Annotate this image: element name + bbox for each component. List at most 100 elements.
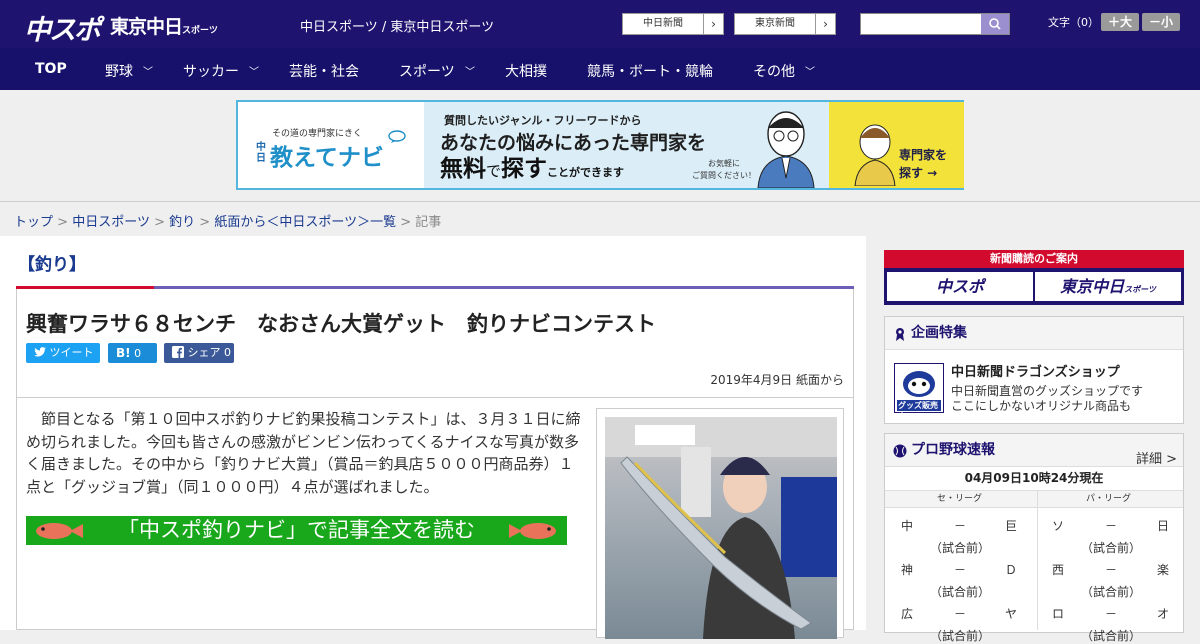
chevron-right-icon: › [815,14,835,34]
subscribe-chuspo-button[interactable]: 中スポ [887,272,1033,301]
hatebu-count: 0 [134,347,142,360]
tokyo-shimbun-label: 東京新聞 [755,18,795,29]
chuspo-logo[interactable]: 中スポ [24,8,101,47]
central-game3-away: ヤ [1005,607,1018,621]
font-smaller-button[interactable]: －小 [1142,13,1180,31]
score-timestamp: 04月09日10時24分現在 [964,471,1104,485]
shop-desc-line2: ここにしかないオリジナル商品も [951,399,1132,413]
chevron-down-icon: ﹀ [249,67,259,78]
article-title: 興奮ワラサ６８センチ なおさん大賞ゲット 釣りナビコンテスト [26,312,656,336]
font-size-label: 文字（0） [1048,16,1099,29]
tweet-button[interactable]: ツイート [26,343,100,363]
subscribe-tokyo-chunichi-label: 東京中日 [1060,277,1125,296]
oshiete-navi-banner[interactable]: その道の専門家にきく 中日 教えてナビ 質問したいジャンル・フリーワードから あ… [236,100,964,190]
nav-item-racing[interactable]: 競馬・ボート・競輪 [587,61,713,81]
banner-brand-name: 教えてナビ [270,145,384,171]
site-names: 中日スポーツ / 東京中日スポーツ [300,20,495,35]
banner-brand-prefix: 中日 [256,142,266,164]
twitter-icon [34,347,46,357]
font-bigger-button[interactable]: ＋大 [1101,13,1139,31]
pacific-game1-home: ソ [1052,519,1065,533]
banner-free: 無料 [440,156,486,182]
facebook-icon [172,346,184,358]
nav-item-sumo[interactable]: 大相撲 [505,61,547,81]
central-game2-home: 神 [901,563,914,577]
baseball-score-box: プロ野球速報 詳細 > 04月09日10時24分現在 セ・リーグ パ・リーグ 中… [884,433,1184,643]
feature-header-label: 企画特集 [911,325,967,341]
article-body: 節目となる「第１０回中スポ釣りナビ釣果投稿コンテスト」は、３月３１日に締め切られ… [26,410,581,496]
article-date: 2019年4月9日 紙面から [710,373,844,387]
search-input[interactable] [860,13,1010,35]
expert-illustration [854,124,896,186]
pacific-game3-away: オ [1157,607,1170,621]
article-photo[interactable] [605,417,837,639]
dragons-shop-logo[interactable]: グッズ販売中 [894,363,944,421]
breadcrumb-top[interactable]: トップ [14,215,53,230]
central-game1-away: 巨 [1005,519,1018,533]
expert-illustration [757,111,815,188]
shop-title[interactable]: 中日新聞ドラゴンズショップ [951,361,1120,380]
shop-badge: グッズ販売中 [898,401,938,421]
banner-note1: お気軽に [708,159,740,168]
breadcrumb-chuspo[interactable]: 中日スポーツ [72,215,150,230]
central-game1-home: 中 [901,519,914,533]
pacific-game2-status: （試合前） [1081,585,1142,599]
share-count: 0 [224,346,231,359]
tokyo-chunichi-logo[interactable]: 東京中日スポーツ [110,12,218,39]
subscribe-tokyo-chunichi-small: スポーツ [1124,285,1156,294]
hatebu-button[interactable]: B! 0 [108,343,157,363]
read-more-label: 「中スポ釣りナビ」で記事全文を読む [118,518,475,542]
tokyo-chunichi-logo-text: 東京中日 [110,16,183,38]
nav-item-entertainment[interactable]: 芸能・社会 [289,61,359,81]
banner-cta-line2: 探す → [899,166,938,180]
central-game2-away: Ｄ [1005,563,1018,577]
baseball-icon [893,444,907,458]
pacific-game1-away: 日 [1157,519,1170,533]
pacific-game2-home: 西 [1052,563,1065,577]
pacific-league-header: パ・リーグ [1034,490,1183,508]
central-game2-score: － [954,563,967,577]
tokyo-shimbun-button[interactable]: 東京新聞 › [734,13,836,35]
banner-can: ことができます [547,166,625,179]
chevron-down-icon: ﹀ [143,67,153,78]
tokyo-chunichi-logo-small: スポーツ [182,26,218,36]
baseball-header-label: プロ野球速報 [911,442,995,458]
read-more-link[interactable]: 「中スポ釣りナビ」で記事全文を読む [26,516,567,545]
pacific-game2-score: － [1105,563,1118,577]
nav-item-sports[interactable]: スポーツ [399,61,455,81]
banner-cta[interactable]: 専門家を 探す → [829,102,964,188]
search-button[interactable] [981,14,1009,34]
facebook-share-button[interactable]: シェア 0 [164,343,234,363]
chunichi-shimbun-button[interactable]: 中日新聞 › [622,13,724,35]
share-label: シェア [187,346,221,359]
pacific-game3-home: ロ [1052,607,1065,621]
central-game1-score: － [954,519,967,533]
pacific-game1-score: － [1105,519,1118,533]
speech-bubble-icon [388,130,406,143]
feature-header: 企画特集 [885,317,1183,350]
pacific-game1-status: （試合前） [1081,541,1142,555]
breadcrumb-separator: > [199,215,211,230]
nav-item-other[interactable]: その他 [753,61,795,81]
fish-icon [509,523,556,539]
nav-item-baseball[interactable]: 野球 [105,61,133,81]
breadcrumb-paper-list[interactable]: 紙面から＜中日スポーツ＞一覧 [214,215,396,230]
subscription-header: 新聞購読のご案内 [884,250,1184,268]
article-photo-frame [596,408,844,639]
fish-icon [36,523,83,539]
chevron-down-icon: ﹀ [465,67,475,78]
banner-de: で [486,162,502,180]
hatebu-icon: B! [116,346,131,360]
breadcrumb: トップ > 中日スポーツ > 釣り > 紙面から＜中日スポーツ＞一覧 > 記事 [14,211,441,230]
banner-line3: 無料で探すことができます [440,149,624,183]
chevron-down-icon: ﹀ [805,67,815,78]
subscribe-tokyo-chunichi-button[interactable]: 東京中日スポーツ [1035,272,1181,301]
nav-item-top[interactable]: TOP [35,61,67,77]
nav-item-soccer[interactable]: サッカー [183,61,239,81]
breadcrumb-current: 記事 [415,215,442,230]
breadcrumb-fishing[interactable]: 釣り [169,215,195,230]
banner-search-word: 探す [501,156,548,182]
banner-copy: 質問したいジャンル・フリーワードから あなたの悩みにあった専門家を 無料で探すこ… [424,102,829,188]
central-game2-status: （試合前） [930,585,991,599]
central-game3-score: － [954,607,967,621]
